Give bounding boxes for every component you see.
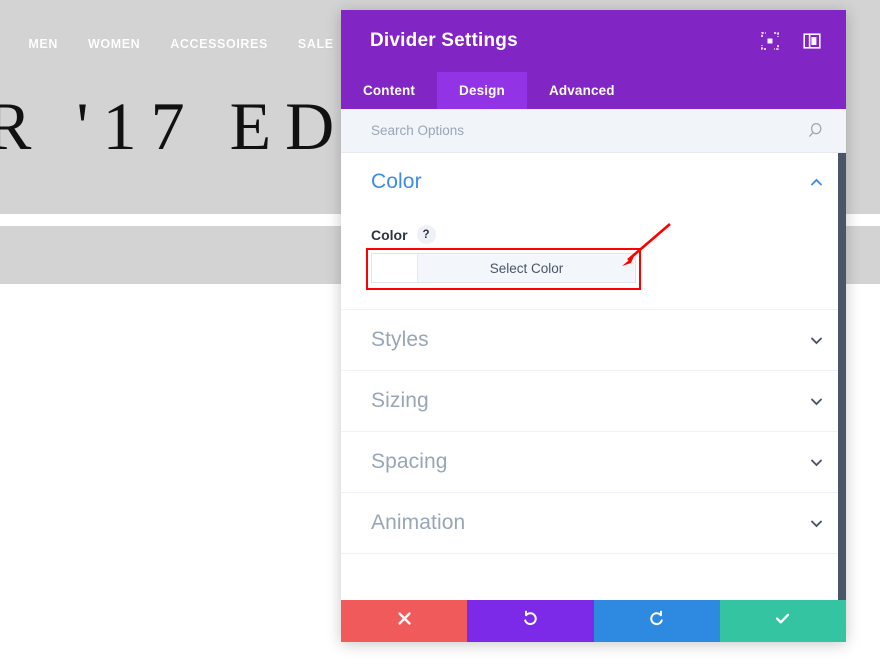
chevron-up-icon[interactable]	[809, 175, 824, 190]
color-picker-wrapper: Select Color	[366, 248, 641, 290]
section-title-animation: Animation	[371, 511, 466, 534]
settings-scrollbar-track[interactable]	[838, 153, 846, 600]
search-icon[interactable]	[807, 122, 824, 139]
section-row-styles[interactable]: Styles	[341, 309, 846, 370]
nav-item-sale[interactable]: SALE	[298, 37, 334, 51]
help-icon[interactable]: ?	[416, 225, 436, 244]
tab-advanced[interactable]: Advanced	[527, 72, 637, 109]
undo-icon	[522, 610, 539, 632]
color-picker-control[interactable]: Select Color	[371, 253, 636, 283]
section-title-color: Color	[371, 170, 422, 193]
section-title-spacing: Spacing	[371, 450, 448, 473]
layout-view-icon[interactable]	[802, 31, 822, 51]
section-list-end-divider	[341, 553, 846, 554]
chevron-down-icon[interactable]	[809, 455, 824, 470]
section-title-sizing: Sizing	[371, 389, 429, 412]
nav-item-women[interactable]: WOMEN	[88, 37, 140, 51]
modal-settings-body: Color Color ? Select Color Styles Sizing…	[341, 153, 846, 600]
tab-content[interactable]: Content	[341, 72, 437, 109]
cancel-button[interactable]	[341, 600, 468, 642]
chevron-down-icon[interactable]	[809, 333, 824, 348]
select-color-button[interactable]: Select Color	[418, 254, 635, 282]
undo-button[interactable]	[467, 600, 594, 642]
close-icon	[396, 610, 413, 632]
section-row-animation[interactable]: Animation	[341, 492, 846, 553]
modal-header: Divider Settings	[341, 10, 846, 72]
section-row-sizing[interactable]: Sizing	[341, 370, 846, 431]
tab-design[interactable]: Design	[437, 72, 527, 109]
color-label-row: Color ?	[371, 225, 816, 244]
section-title-styles: Styles	[371, 328, 429, 351]
modal-header-actions	[760, 31, 822, 51]
divider-settings-modal: Divider Settings Content Design Advanced…	[341, 10, 846, 642]
settings-scrollbar-thumb[interactable]	[838, 153, 846, 600]
color-field-label: Color	[371, 226, 408, 243]
fullscreen-icon[interactable]	[760, 31, 780, 51]
modal-tabs: Content Design Advanced	[341, 72, 846, 109]
modal-footer	[341, 600, 846, 642]
save-button[interactable]	[719, 600, 846, 642]
redo-icon	[648, 610, 665, 632]
check-icon	[774, 610, 791, 632]
color-swatch-preview[interactable]	[372, 254, 418, 282]
nav-item-men[interactable]: MEN	[28, 37, 58, 51]
section-header-color[interactable]: Color	[341, 153, 846, 211]
search-input[interactable]	[371, 123, 807, 138]
chevron-down-icon[interactable]	[809, 516, 824, 531]
modal-title: Divider Settings	[370, 30, 518, 51]
nav-item-accessoires[interactable]: ACCESSOIRES	[170, 37, 268, 51]
color-field-group: Color ? Select Color	[341, 211, 846, 309]
search-options-row	[341, 109, 846, 153]
chevron-down-icon[interactable]	[809, 394, 824, 409]
redo-button[interactable]	[593, 600, 720, 642]
section-row-spacing[interactable]: Spacing	[341, 431, 846, 492]
